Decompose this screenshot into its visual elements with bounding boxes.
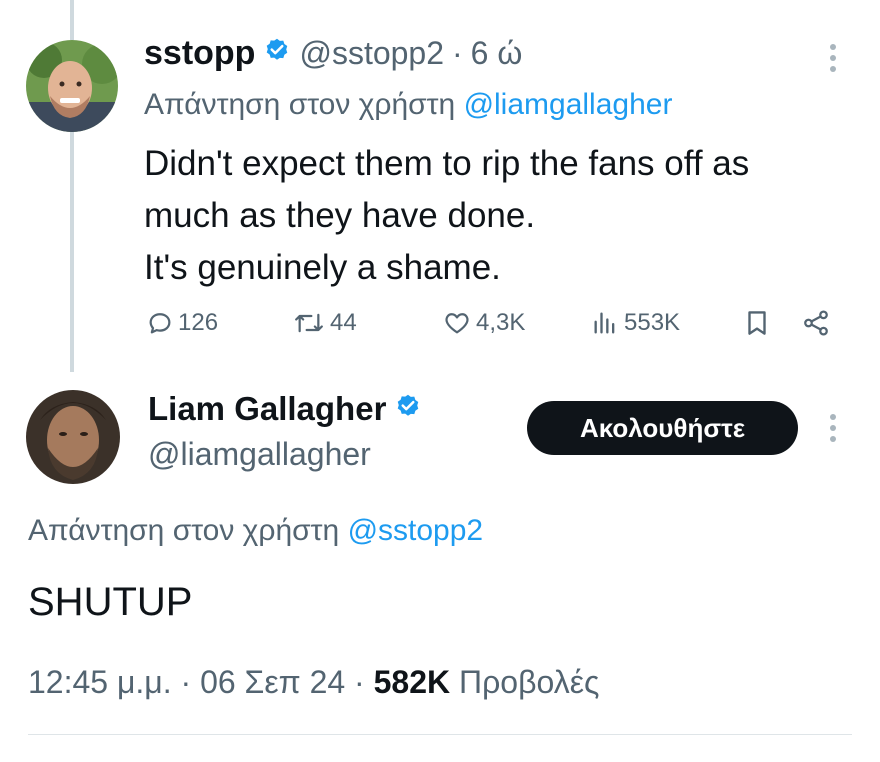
- views-label: Προβολές: [458, 664, 600, 700]
- thread-connector: [70, 132, 74, 372]
- reply-prefix: Απάντηση στον χρήστη: [144, 88, 456, 121]
- repost-button[interactable]: 44: [292, 300, 357, 346]
- reply-mention-link[interactable]: @liamgallagher: [464, 88, 673, 121]
- bookmark-icon: [748, 311, 766, 335]
- verified-badge-icon: [394, 393, 422, 426]
- like-count: 4,3K: [476, 309, 526, 336]
- more-icon[interactable]: [830, 414, 838, 447]
- verified-badge-icon: [263, 37, 291, 70]
- main-tweet-header: Liam Gallagher: [148, 390, 430, 428]
- tweet-meta: 12:45 μ.μ. · 06 Σεπ 24 · 582K Προβολές: [28, 664, 599, 701]
- tweet-time[interactable]: 12:45 μ.μ.: [28, 664, 172, 700]
- reply-tweet-text: Didn't expect them to rip the fans off a…: [144, 138, 749, 294]
- separator-dot: ·: [354, 664, 365, 700]
- share-icon: [804, 310, 828, 336]
- views-count: 582K: [373, 664, 451, 700]
- tweet-date[interactable]: 06 Σεπ 24: [200, 664, 345, 700]
- bookmark-button[interactable]: [742, 300, 776, 346]
- follow-button[interactable]: Ακολουθήστε: [527, 401, 798, 455]
- separator-dot: ·: [180, 664, 192, 700]
- views-icon: [594, 312, 615, 334]
- tweet-text-line: It's genuinely a shame.: [144, 248, 501, 287]
- tweet-text-line: Didn't expect them to rip the fans off a…: [144, 144, 750, 183]
- avatar-liamgallagher[interactable]: [26, 390, 120, 484]
- main-author-name[interactable]: Liam Gallagher: [148, 390, 386, 428]
- thread-connector-top: [70, 0, 74, 40]
- separator-dot: ·: [452, 35, 463, 71]
- avatar-sstopp[interactable]: [26, 40, 118, 132]
- reply-author-name[interactable]: sstopp: [144, 34, 255, 73]
- reply-icon: [149, 313, 171, 334]
- reply-mention-link[interactable]: @sstopp2: [348, 514, 484, 547]
- reply-button[interactable]: 126: [146, 300, 218, 346]
- main-tweet-text: SHUTUP: [28, 580, 193, 624]
- main-reply-context: Απάντηση στον χρήστη @sstopp2: [28, 514, 483, 548]
- like-button[interactable]: 4,3K: [442, 300, 525, 346]
- reply-author-handle[interactable]: @sstopp2: [299, 35, 444, 72]
- views-count: 553K: [624, 309, 681, 336]
- reply-prefix: Απάντηση στον χρήστη: [28, 514, 340, 547]
- repost-count: 44: [330, 309, 357, 336]
- main-author-handle[interactable]: @liamgallagher: [148, 436, 371, 473]
- divider: [28, 734, 852, 735]
- reply-tweet-header: sstopp @sstopp2 · 6 ώ: [144, 34, 522, 73]
- reply-context: Απάντηση στον χρήστη @liamgallagher: [144, 88, 672, 122]
- share-button[interactable]: [800, 300, 836, 346]
- views-button[interactable]: 553K: [590, 300, 680, 346]
- more-icon[interactable]: [830, 44, 838, 77]
- reply-count: 126: [178, 309, 219, 336]
- repost-icon: [295, 313, 323, 333]
- like-icon: [445, 313, 469, 334]
- reply-time-ago[interactable]: 6 ώ: [471, 35, 523, 72]
- tweet-text-line: much as they have done.: [144, 196, 536, 235]
- tweet-action-bar: 126 44 4,3K 553K: [144, 300, 834, 346]
